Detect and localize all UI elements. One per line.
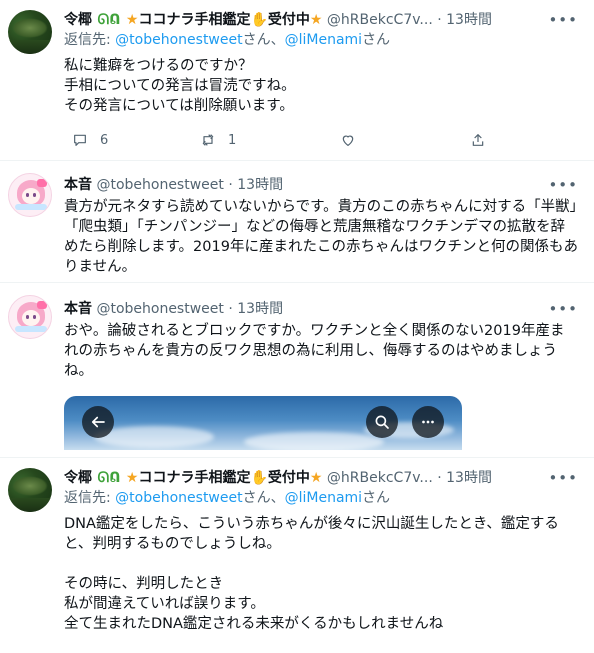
leaf-badge-icon: ᘏᕠ	[97, 12, 121, 28]
tweet-text: DNA鑑定をしたら、こういう赤ちゃんが後々に沢山誕生したとき、鑑定すると、判明す…	[64, 516, 559, 632]
reply-to: 返信先: @tobehonestweetさん、@liMenamiさん	[64, 488, 578, 508]
reply-mid: さん、	[242, 490, 285, 506]
display-name[interactable]: 令椰	[64, 12, 92, 28]
star-icon: ★	[125, 470, 139, 486]
reply-icon	[74, 134, 86, 146]
reply-count: 6	[100, 132, 109, 148]
retweet-icon	[202, 134, 214, 146]
share-button[interactable]	[470, 132, 486, 148]
handle[interactable]: @hRBekcC7v...	[327, 470, 433, 486]
avatar[interactable]	[8, 295, 52, 339]
reply-to: 返信先: @tobehonestweetさん、@liMenamiさん	[64, 30, 578, 50]
more-icon	[422, 420, 434, 424]
more-icon[interactable]: •••	[548, 175, 578, 195]
mention-link[interactable]: @liMenami	[285, 32, 362, 48]
reply-button[interactable]: 6	[72, 132, 108, 148]
tweet[interactable]: 本音 @tobehonestweet · 13時間 ••• 貴方が元ネタすら読め…	[0, 161, 594, 283]
display-name[interactable]: 令椰	[64, 470, 92, 486]
heart-icon	[342, 135, 354, 146]
media-more-button[interactable]	[412, 406, 444, 438]
search-icon	[375, 415, 389, 429]
timestamp[interactable]: 13時間	[237, 301, 283, 317]
separator-dot: ·	[228, 177, 233, 193]
separator-dot: ·	[437, 12, 442, 28]
tweet-media-image[interactable]	[64, 396, 462, 450]
hand-icon: ✋	[250, 470, 268, 486]
tweet-header: 令椰 ᘏᕠ ★ココナラ手相鑑定✋受付中★ @hRBekcC7v... · 13時…	[64, 468, 578, 488]
display-name-suffix-2: 受付中	[267, 12, 310, 28]
retweet-count: 1	[228, 132, 237, 148]
avatar[interactable]	[8, 468, 52, 512]
tweet-text: おや。論破されるとブロックですか。ワクチンと全く関係のない2019年産まれの赤ち…	[64, 323, 565, 379]
mention-link[interactable]: @tobehonestweet	[115, 32, 242, 48]
star-icon: ★	[309, 12, 323, 28]
reply-suffix: さん	[362, 490, 391, 506]
separator-dot: ·	[228, 301, 233, 317]
timestamp[interactable]: 13時間	[446, 12, 492, 28]
tweet[interactable]: 令椰 ᘏᕠ ★ココナラ手相鑑定✋受付中★ @hRBekcC7v... · 13時…	[0, 0, 594, 161]
retweet-button[interactable]: 1	[200, 132, 236, 148]
tweet[interactable]: 本音 @tobehonestweet · 13時間 ••• おや。論破されるとブ…	[0, 283, 594, 458]
display-name-suffix: ココナラ手相鑑定	[138, 12, 251, 28]
tweet[interactable]: 令椰 ᘏᕠ ★ココナラ手相鑑定✋受付中★ @hRBekcC7v... · 13時…	[0, 458, 594, 653]
display-name[interactable]: 本音	[64, 177, 92, 193]
reply-prefix: 返信先:	[64, 490, 116, 506]
leaf-badge-icon: ᘏᕠ	[97, 470, 121, 486]
display-name-suffix: ココナラ手相鑑定	[138, 470, 251, 486]
share-icon	[472, 134, 484, 146]
more-icon[interactable]: •••	[548, 299, 578, 319]
tweet-text: 貴方が元ネタすら読めていないからです。貴方のこの赤ちゃんに対する「半獣」「爬虫類…	[64, 199, 578, 275]
reply-mid: さん、	[242, 32, 285, 48]
timestamp[interactable]: 13時間	[446, 470, 492, 486]
reply-suffix: さん	[362, 32, 391, 48]
tweet-header: 本音 @tobehonestweet · 13時間 •••	[64, 299, 578, 319]
tweet-text: 私に難癖をつけるのですか？ 手相についての発言は冒涜ですね。 その発言については…	[64, 58, 296, 114]
avatar[interactable]	[8, 173, 52, 217]
back-button[interactable]	[82, 406, 114, 438]
search-button[interactable]	[366, 406, 398, 438]
handle[interactable]: @tobehonestweet	[96, 177, 223, 193]
tweet-actions: 6 1	[72, 132, 542, 152]
star-icon: ★	[125, 12, 139, 28]
separator-dot: ·	[437, 470, 442, 486]
avatar[interactable]	[8, 10, 52, 54]
like-button[interactable]	[340, 132, 356, 148]
mention-link[interactable]: @tobehonestweet	[115, 490, 242, 506]
tweet-header: 令椰 ᘏᕠ ★ココナラ手相鑑定✋受付中★ @hRBekcC7v... · 13時…	[64, 10, 578, 30]
star-icon: ★	[309, 470, 323, 486]
tweet-header: 本音 @tobehonestweet · 13時間 •••	[64, 175, 578, 195]
mention-link[interactable]: @liMenami	[285, 490, 362, 506]
more-icon[interactable]: •••	[548, 468, 578, 488]
reply-prefix: 返信先:	[64, 32, 116, 48]
back-arrow-icon	[91, 416, 105, 428]
hand-icon: ✋	[250, 12, 268, 28]
timestamp[interactable]: 13時間	[237, 177, 283, 193]
display-name[interactable]: 本音	[64, 301, 92, 317]
handle[interactable]: @tobehonestweet	[96, 301, 223, 317]
display-name-suffix-2: 受付中	[267, 470, 310, 486]
handle[interactable]: @hRBekcC7v...	[327, 12, 433, 28]
more-icon[interactable]: •••	[548, 10, 578, 30]
